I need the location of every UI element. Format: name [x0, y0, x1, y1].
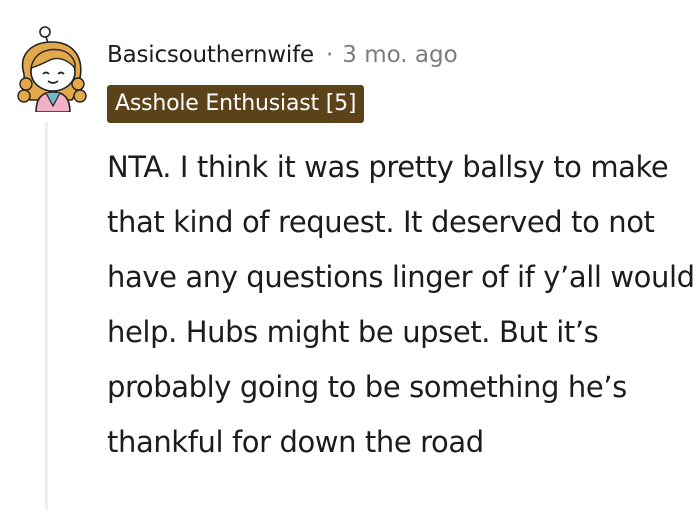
comment-body: NTA. I think it was pretty ballsy to mak… [107, 150, 695, 459]
comment-meta: Basicsouthernwife · 3 mo. ago [107, 38, 458, 72]
comment: Basicsouthernwife · 3 mo. ago Asshole En… [0, 0, 700, 511]
meta-separator: · [325, 42, 334, 68]
username-link[interactable]: Basicsouthernwife [107, 42, 314, 68]
snoo-avatar-icon [17, 26, 87, 113]
thread-line[interactable] [45, 122, 48, 511]
comment-timestamp[interactable]: 3 mo. ago [342, 42, 457, 68]
user-avatar-icon[interactable] [14, 26, 88, 113]
user-flair-badge: Asshole Enthusiast [5] [107, 85, 365, 123]
